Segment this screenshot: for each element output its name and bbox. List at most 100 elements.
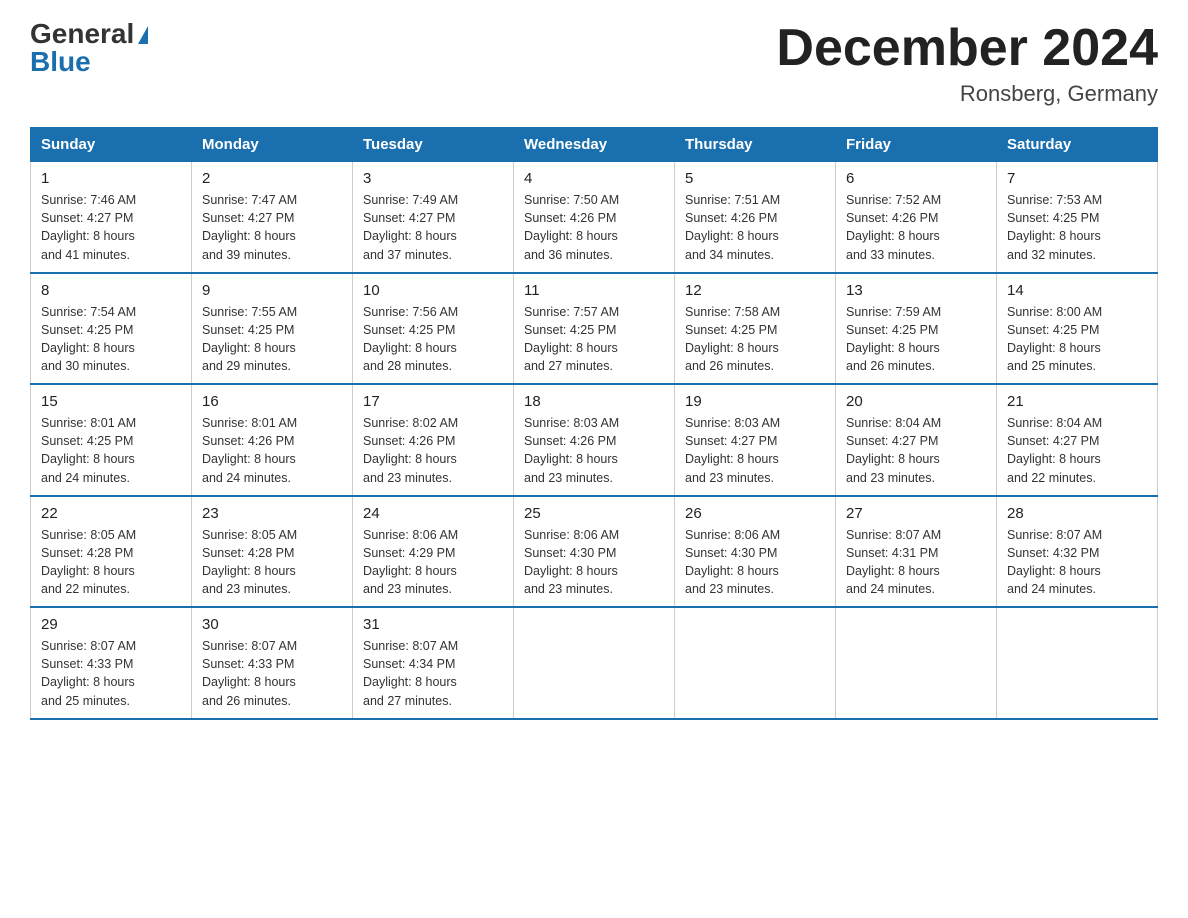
calendar-cell: 14 Sunrise: 8:00 AMSunset: 4:25 PMDayligh…	[997, 273, 1158, 385]
calendar-cell: 1Sunrise: 7:46 AMSunset: 4:27 PMDaylight…	[31, 162, 192, 273]
calendar-cell: 6 Sunrise: 7:52 AMSunset: 4:26 PMDaylight…	[836, 162, 997, 273]
day-info: Sunrise: 8:01 AMSunset: 4:26 PMDaylight:…	[202, 414, 342, 487]
day-info: Sunrise: 7:54 AMSunset: 4:25 PMDaylight:…	[41, 303, 181, 376]
day-info: Sunrise: 7:57 AMSunset: 4:25 PMDaylight:…	[524, 303, 664, 376]
calendar-cell	[836, 607, 997, 719]
calendar-cell	[997, 607, 1158, 719]
calendar-cell: 31 Sunrise: 8:07 AMSunset: 4:34 PMDayligh…	[353, 607, 514, 719]
day-number: 22	[41, 505, 181, 522]
day-number: 19	[685, 393, 825, 410]
day-number: 7	[1007, 170, 1147, 187]
day-number: 23	[202, 505, 342, 522]
day-info: Sunrise: 8:06 AMSunset: 4:30 PMDaylight:…	[685, 526, 825, 599]
day-info: Sunrise: 7:59 AMSunset: 4:25 PMDaylight:…	[846, 303, 986, 376]
day-info: Sunrise: 8:03 AMSunset: 4:27 PMDaylight:…	[685, 414, 825, 487]
col-header-thursday: Thursday	[675, 128, 836, 162]
day-info: Sunrise: 8:03 AMSunset: 4:26 PMDaylight:…	[524, 414, 664, 487]
calendar-cell: 16 Sunrise: 8:01 AMSunset: 4:26 PMDayligh…	[192, 384, 353, 496]
calendar-header-row: SundayMondayTuesdayWednesdayThursdayFrid…	[31, 128, 1158, 162]
calendar-cell: 28Sunrise: 8:07 AMSunset: 4:32 PMDayligh…	[997, 496, 1158, 608]
logo: General Blue	[30, 20, 148, 76]
col-header-monday: Monday	[192, 128, 353, 162]
calendar-cell: 13 Sunrise: 7:59 AMSunset: 4:25 PMDayligh…	[836, 273, 997, 385]
calendar-cell: 3 Sunrise: 7:49 AMSunset: 4:27 PMDaylight…	[353, 162, 514, 273]
calendar-week-row: 29Sunrise: 8:07 AMSunset: 4:33 PMDayligh…	[31, 607, 1158, 719]
calendar-cell: 19 Sunrise: 8:03 AMSunset: 4:27 PMDayligh…	[675, 384, 836, 496]
calendar-cell: 17 Sunrise: 8:02 AMSunset: 4:26 PMDayligh…	[353, 384, 514, 496]
col-header-friday: Friday	[836, 128, 997, 162]
day-info: Sunrise: 8:05 AMSunset: 4:28 PMDaylight:…	[202, 526, 342, 599]
day-number: 11	[524, 282, 664, 299]
calendar-cell: 30 Sunrise: 8:07 AMSunset: 4:33 PMDayligh…	[192, 607, 353, 719]
calendar-cell: 4Sunrise: 7:50 AMSunset: 4:26 PMDaylight…	[514, 162, 675, 273]
day-number: 16	[202, 393, 342, 410]
day-number: 28	[1007, 505, 1147, 522]
day-number: 30	[202, 616, 342, 633]
day-info: Sunrise: 8:04 AMSunset: 4:27 PMDaylight:…	[846, 414, 986, 487]
day-info: Sunrise: 7:58 AMSunset: 4:25 PMDaylight:…	[685, 303, 825, 376]
calendar-cell: 7 Sunrise: 7:53 AMSunset: 4:25 PMDaylight…	[997, 162, 1158, 273]
day-number: 9	[202, 282, 342, 299]
day-number: 6	[846, 170, 986, 187]
page-header: General Blue December 2024 Ronsberg, Ger…	[30, 20, 1158, 107]
day-number: 10	[363, 282, 503, 299]
day-info: Sunrise: 8:04 AMSunset: 4:27 PMDaylight:…	[1007, 414, 1147, 487]
logo-general-line: General	[30, 20, 148, 48]
col-header-tuesday: Tuesday	[353, 128, 514, 162]
day-info: Sunrise: 8:07 AMSunset: 4:33 PMDaylight:…	[41, 637, 181, 710]
calendar-table: SundayMondayTuesdayWednesdayThursdayFrid…	[30, 127, 1158, 720]
day-info: Sunrise: 7:52 AMSunset: 4:26 PMDaylight:…	[846, 191, 986, 264]
calendar-subtitle: Ronsberg, Germany	[776, 81, 1158, 107]
day-info: Sunrise: 7:49 AMSunset: 4:27 PMDaylight:…	[363, 191, 503, 264]
day-number: 14	[1007, 282, 1147, 299]
day-info: Sunrise: 7:55 AMSunset: 4:25 PMDaylight:…	[202, 303, 342, 376]
day-info: Sunrise: 7:56 AMSunset: 4:25 PMDaylight:…	[363, 303, 503, 376]
calendar-week-row: 1Sunrise: 7:46 AMSunset: 4:27 PMDaylight…	[31, 162, 1158, 273]
day-info: Sunrise: 8:06 AMSunset: 4:29 PMDaylight:…	[363, 526, 503, 599]
calendar-title: December 2024	[776, 20, 1158, 77]
calendar-cell: 29Sunrise: 8:07 AMSunset: 4:33 PMDayligh…	[31, 607, 192, 719]
day-info: Sunrise: 7:47 AMSunset: 4:27 PMDaylight:…	[202, 191, 342, 264]
day-number: 20	[846, 393, 986, 410]
calendar-cell: 9 Sunrise: 7:55 AMSunset: 4:25 PMDaylight…	[192, 273, 353, 385]
day-number: 12	[685, 282, 825, 299]
day-info: Sunrise: 8:07 AMSunset: 4:31 PMDaylight:…	[846, 526, 986, 599]
day-number: 17	[363, 393, 503, 410]
day-number: 31	[363, 616, 503, 633]
title-block: December 2024 Ronsberg, Germany	[776, 20, 1158, 107]
day-number: 25	[524, 505, 664, 522]
calendar-cell: 23 Sunrise: 8:05 AMSunset: 4:28 PMDayligh…	[192, 496, 353, 608]
calendar-cell: 11 Sunrise: 7:57 AMSunset: 4:25 PMDayligh…	[514, 273, 675, 385]
calendar-cell: 27Sunrise: 8:07 AMSunset: 4:31 PMDayligh…	[836, 496, 997, 608]
col-header-saturday: Saturday	[997, 128, 1158, 162]
day-info: Sunrise: 7:51 AMSunset: 4:26 PMDaylight:…	[685, 191, 825, 264]
day-info: Sunrise: 7:53 AMSunset: 4:25 PMDaylight:…	[1007, 191, 1147, 264]
calendar-cell: 25 Sunrise: 8:06 AMSunset: 4:30 PMDayligh…	[514, 496, 675, 608]
calendar-cell: 15Sunrise: 8:01 AMSunset: 4:25 PMDayligh…	[31, 384, 192, 496]
day-number: 5	[685, 170, 825, 187]
day-info: Sunrise: 8:06 AMSunset: 4:30 PMDaylight:…	[524, 526, 664, 599]
col-header-sunday: Sunday	[31, 128, 192, 162]
day-number: 2	[202, 170, 342, 187]
day-info: Sunrise: 8:00 AMSunset: 4:25 PMDaylight:…	[1007, 303, 1147, 376]
calendar-cell: 5 Sunrise: 7:51 AMSunset: 4:26 PMDaylight…	[675, 162, 836, 273]
day-info: Sunrise: 8:07 AMSunset: 4:34 PMDaylight:…	[363, 637, 503, 710]
logo-blue-text: Blue	[30, 48, 91, 76]
logo-general-text: General	[30, 18, 134, 49]
day-number: 13	[846, 282, 986, 299]
day-info: Sunrise: 8:07 AMSunset: 4:33 PMDaylight:…	[202, 637, 342, 710]
calendar-cell: 21Sunrise: 8:04 AMSunset: 4:27 PMDayligh…	[997, 384, 1158, 496]
calendar-cell	[675, 607, 836, 719]
day-number: 3	[363, 170, 503, 187]
calendar-week-row: 15Sunrise: 8:01 AMSunset: 4:25 PMDayligh…	[31, 384, 1158, 496]
day-number: 26	[685, 505, 825, 522]
day-info: Sunrise: 8:01 AMSunset: 4:25 PMDaylight:…	[41, 414, 181, 487]
calendar-cell: 10 Sunrise: 7:56 AMSunset: 4:25 PMDayligh…	[353, 273, 514, 385]
day-info: Sunrise: 7:50 AMSunset: 4:26 PMDaylight:…	[524, 191, 664, 264]
day-info: Sunrise: 8:02 AMSunset: 4:26 PMDaylight:…	[363, 414, 503, 487]
calendar-cell: 12 Sunrise: 7:58 AMSunset: 4:25 PMDayligh…	[675, 273, 836, 385]
day-number: 24	[363, 505, 503, 522]
calendar-week-row: 22 Sunrise: 8:05 AMSunset: 4:28 PMDayligh…	[31, 496, 1158, 608]
logo-triangle-icon	[138, 26, 148, 44]
day-info: Sunrise: 7:46 AMSunset: 4:27 PMDaylight:…	[41, 191, 181, 264]
